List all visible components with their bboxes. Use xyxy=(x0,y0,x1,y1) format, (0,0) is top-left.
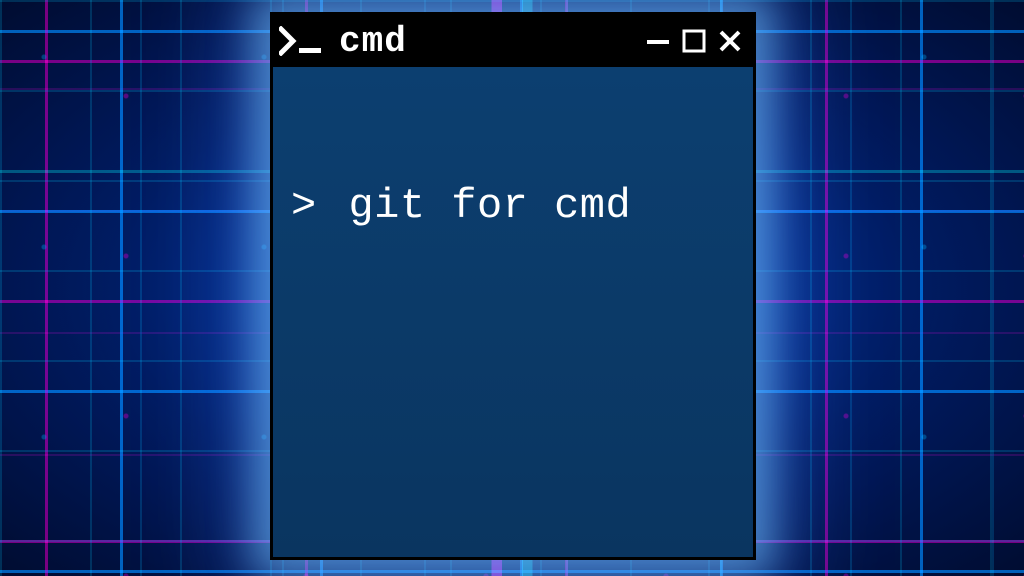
terminal-body[interactable]: > git for cmd xyxy=(273,67,753,557)
titlebar[interactable]: cmd xyxy=(273,15,753,67)
terminal-window[interactable]: cmd > git for cmd xyxy=(270,12,756,560)
terminal-prompt-icon xyxy=(279,26,325,56)
minimize-button[interactable] xyxy=(645,28,671,54)
window-controls xyxy=(645,28,743,54)
command-text: git for cmd xyxy=(348,182,631,230)
prompt-symbol: > xyxy=(291,182,317,230)
close-button[interactable] xyxy=(717,28,743,54)
window-title: cmd xyxy=(339,21,645,62)
command-line: > git for cmd xyxy=(291,182,739,230)
maximize-button[interactable] xyxy=(681,28,707,54)
